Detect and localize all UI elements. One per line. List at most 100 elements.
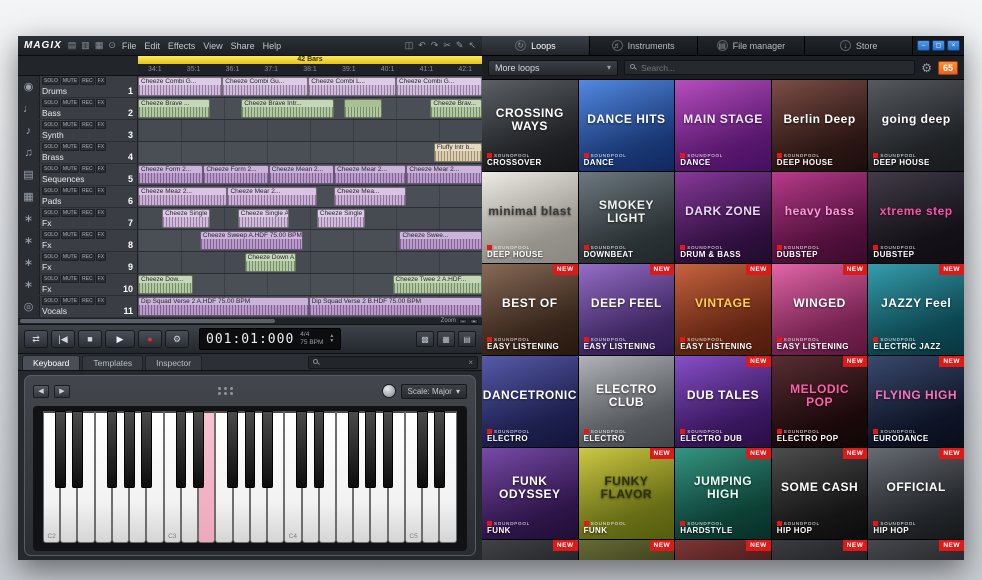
piano-roll-icon[interactable]: ▩ — [416, 331, 434, 347]
maximize-button[interactable]: ▢ — [932, 40, 945, 51]
save-icon[interactable]: ▦ — [95, 40, 104, 51]
track-fx-button[interactable]: FX — [96, 253, 106, 261]
track-fx-button[interactable]: FX — [96, 121, 106, 129]
clip[interactable]: Cheeze Single 2... — [317, 209, 365, 228]
soundpool-tile[interactable]: DANCETRONICSOUNDPOOLELECTRO — [482, 356, 578, 447]
track-rec-button[interactable]: REC — [80, 253, 95, 261]
track-solo-button[interactable]: SOLO — [42, 165, 60, 173]
store-tab-loops[interactable]: ↻Loops — [482, 36, 590, 55]
soundpool-tile[interactable]: DUB TALESSOUNDPOOLELECTRO DUBNEW — [675, 356, 771, 447]
menu-share[interactable]: Share — [231, 41, 255, 51]
track-lane[interactable]: Cheeze Dow...Cheeze Twee 2 A.HDF... — [138, 274, 482, 295]
clip[interactable]: Cheeze Single 2... — [162, 209, 210, 228]
menu-effects[interactable]: Effects — [168, 41, 195, 51]
clip[interactable]: Cheeze Brave Intr... — [241, 99, 334, 118]
tab-templates[interactable]: Templates — [82, 355, 143, 370]
clip[interactable]: Cheeze Swee... — [399, 231, 482, 250]
soundpool-tile[interactable]: FUNKY FLAVORSOUNDPOOLFUNKNEW — [579, 448, 675, 539]
black-key[interactable] — [107, 411, 118, 488]
track-mute-button[interactable]: MUTE — [61, 231, 79, 239]
soundpool-tile[interactable]: NEW — [868, 540, 964, 560]
track-lane[interactable]: Cheeze Single 2... Cheeze Single A... Chee… — [138, 208, 482, 229]
soundpool-tile[interactable]: MAIN STAGESOUNDPOOLDANCE — [675, 80, 771, 171]
clip[interactable]: Cheeze Dow... — [138, 275, 193, 294]
tab-inspector[interactable]: Inspector — [145, 355, 202, 370]
black-key[interactable] — [124, 411, 135, 488]
menu-file[interactable]: File — [122, 41, 137, 51]
track-mute-button[interactable]: MUTE — [61, 275, 79, 283]
track-mute-button[interactable]: MUTE — [61, 165, 79, 173]
draw-icon[interactable]: ✎ — [456, 40, 464, 51]
track-header[interactable]: SOLOMUTERECFXSynth3 — [40, 120, 138, 141]
soundpool-tile[interactable]: NEW — [482, 540, 578, 560]
panel-search[interactable]: × — [308, 356, 478, 369]
settings-gear-icon[interactable]: ⚙ — [921, 61, 932, 75]
track-mute-button[interactable]: MUTE — [61, 77, 79, 85]
track-solo-button[interactable]: SOLO — [42, 143, 60, 151]
play-button[interactable]: ▶ — [105, 330, 135, 348]
track-rec-button[interactable]: REC — [80, 209, 95, 217]
soundpool-tile[interactable]: JUMPING HIGHSOUNDPOOLHARDSTYLENEW — [675, 448, 771, 539]
black-key[interactable] — [193, 411, 204, 488]
clip[interactable]: Cheeze Combi G... — [138, 77, 222, 96]
transport-settings-button[interactable]: ⚙ — [165, 330, 189, 348]
stop-button[interactable]: ■ — [78, 330, 102, 348]
track-fx-button[interactable]: FX — [96, 99, 106, 107]
track-fx-button[interactable]: FX — [96, 165, 106, 173]
track-mute-button[interactable]: MUTE — [61, 253, 79, 261]
track-header[interactable]: SOLOMUTERECFXFx9 — [40, 252, 138, 273]
soundpool-tile[interactable]: NEW — [772, 540, 868, 560]
soundpool-tile[interactable]: DARK ZONESOUNDPOOLDRUM & BASS — [675, 172, 771, 263]
soundpool-tile[interactable]: heavy bassSOUNDPOOLDUBSTEP — [772, 172, 868, 263]
track-lane[interactable]: Fluffy Intr b... — [138, 142, 482, 163]
track-mute-button[interactable]: MUTE — [61, 209, 79, 217]
soundpool-tile[interactable]: DEEP FEELSOUNDPOOLEASY LISTENINGNEW — [579, 264, 675, 355]
clip[interactable]: Cheeze Single A... — [238, 209, 290, 228]
new-project-icon[interactable]: ▤ — [68, 40, 77, 51]
track-header[interactable]: SOLOMUTERECFXFx7 — [40, 208, 138, 229]
store-search-input[interactable] — [641, 63, 909, 73]
track-rec-button[interactable]: REC — [80, 77, 95, 85]
track-header[interactable]: SOLOMUTERECFXBrass4 — [40, 142, 138, 163]
soundpool-tile[interactable]: minimal blastSOUNDPOOLDEEP HOUSE — [482, 172, 578, 263]
tab-keyboard[interactable]: Keyboard — [22, 355, 80, 370]
soundpool-tile[interactable]: VINTAGESOUNDPOOLEASY LISTENINGNEW — [675, 264, 771, 355]
soundpool-tile[interactable]: FUNK ODYSSEYSOUNDPOOLFUNK — [482, 448, 578, 539]
track-lane[interactable]: Cheeze Form 2...Cheeze Form 2...Cheeze M… — [138, 164, 482, 185]
clip[interactable]: Cheeze Mea... — [334, 187, 406, 206]
track-mute-button[interactable]: MUTE — [61, 99, 79, 107]
clip[interactable]: Cheeze Brave ... — [138, 99, 210, 118]
undo-icon[interactable]: ↶ — [418, 40, 426, 51]
track-fx-button[interactable]: FX — [96, 297, 106, 305]
clip[interactable]: Cheeze Combi G... — [396, 77, 482, 96]
black-key[interactable] — [72, 411, 83, 488]
track-rec-button[interactable]: REC — [80, 121, 95, 129]
track-fx-button[interactable]: FX — [96, 275, 106, 283]
track-rec-button[interactable]: REC — [80, 187, 95, 195]
track-header[interactable]: SOLOMUTERECFXDrums1 — [40, 76, 138, 97]
tempo-down-icon[interactable]: ▼ — [329, 339, 334, 344]
track-fx-button[interactable]: FX — [96, 187, 106, 195]
track-mute-button[interactable]: MUTE — [61, 143, 79, 151]
track-header[interactable]: SOLOMUTERECFXSequences5 — [40, 164, 138, 185]
track-solo-button[interactable]: SOLO — [42, 231, 60, 239]
pointer-icon[interactable]: ↖ — [468, 40, 476, 51]
track-solo-button[interactable]: SOLO — [42, 121, 60, 129]
soundpool-tile[interactable]: NEW — [579, 540, 675, 560]
scrollbar-thumb[interactable] — [20, 319, 275, 323]
black-key[interactable] — [348, 411, 359, 488]
menu-edit[interactable]: Edit — [144, 41, 160, 51]
cut-icon[interactable]: ✂ — [443, 40, 451, 51]
soundpool-tile[interactable]: SMOKEY LIGHTSOUNDPOOLDOWNBEAT — [579, 172, 675, 263]
clip[interactable]: Cheeze Brav... — [430, 99, 482, 118]
arrange-view-icon[interactable]: ▤ — [458, 331, 476, 347]
track-header[interactable]: SOLOMUTERECFXVocals11 — [40, 296, 138, 317]
soundpool-tile[interactable]: SOME CASHSOUNDPOOLHIP HOPNEW — [772, 448, 868, 539]
rewind-button[interactable]: |◀ — [51, 330, 75, 348]
track-solo-button[interactable]: SOLO — [42, 209, 60, 217]
timeline-ruler[interactable]: 34:135:136:137:138:139:140:141:142:1 — [138, 64, 482, 75]
black-key[interactable] — [383, 411, 394, 488]
clip[interactable]: Cheeze Mear 2... — [334, 165, 406, 184]
track-rec-button[interactable]: REC — [80, 231, 95, 239]
loop-button[interactable]: ⇄ — [24, 330, 48, 348]
